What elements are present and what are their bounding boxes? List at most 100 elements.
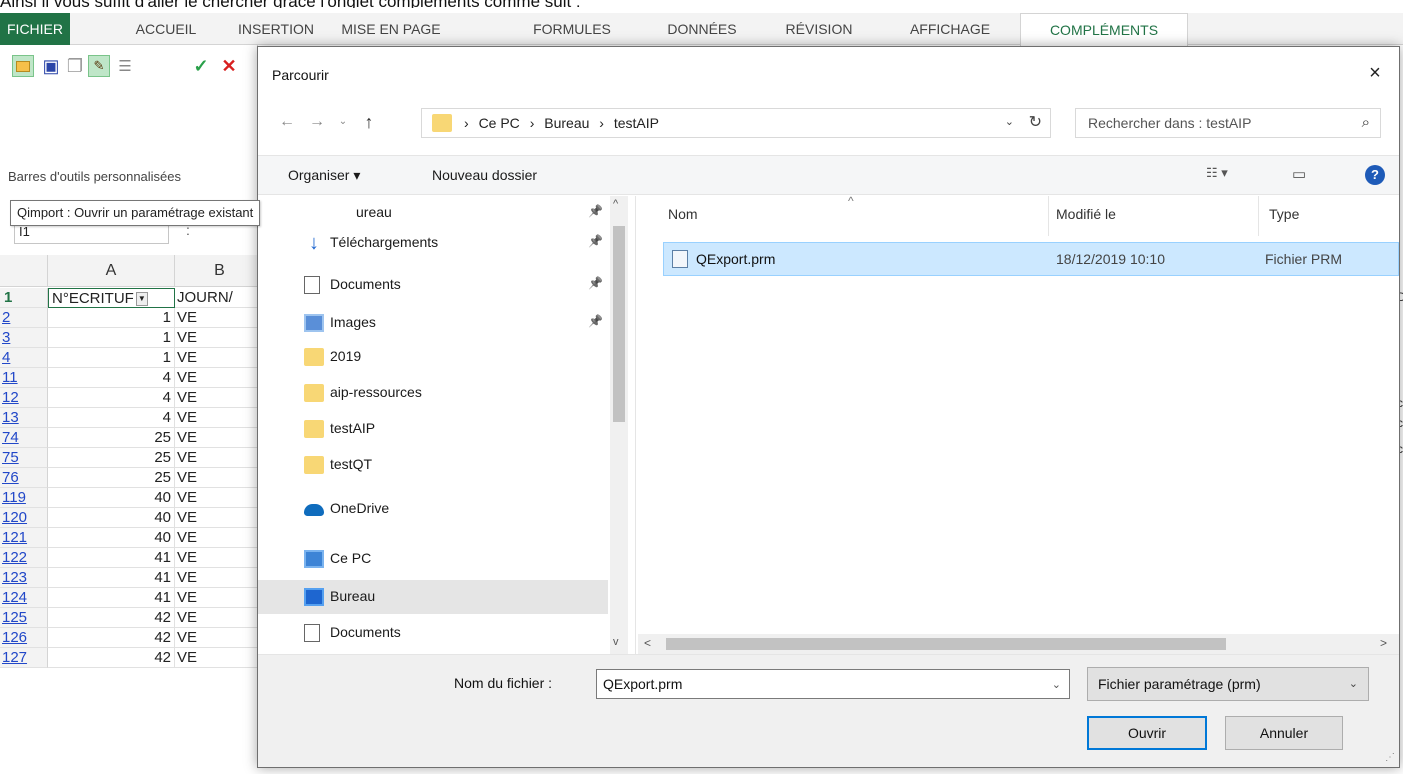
address-bar[interactable]: › Ce PC › Bureau › testAIP ⌄ ↻ — [421, 108, 1051, 138]
nav-item[interactable]: 2019 — [258, 340, 608, 374]
row-number[interactable]: 125 — [0, 608, 48, 628]
cancel-x-icon[interactable]: ✕ — [218, 55, 240, 77]
scroll-right-icon[interactable]: > — [1380, 636, 1387, 650]
row-number[interactable]: 124 — [0, 588, 48, 608]
cell-b[interactable]: VE — [175, 648, 262, 668]
row-number[interactable]: 3 — [0, 328, 48, 348]
filename-input[interactable]: QExport.prm ⌄ — [596, 669, 1070, 699]
row-number[interactable]: 121 — [0, 528, 48, 548]
back-arrow-icon[interactable]: ← — [276, 111, 298, 133]
column-divider[interactable] — [1048, 196, 1049, 236]
cell-b[interactable]: VE — [175, 628, 262, 648]
row-number[interactable]: 122 — [0, 548, 48, 568]
file-list-scrollbar[interactable]: < > — [638, 634, 1399, 654]
cell-b[interactable]: VE — [175, 528, 262, 548]
column-divider[interactable] — [1258, 196, 1259, 236]
cell-a[interactable]: 41 — [48, 588, 175, 608]
cell-b[interactable]: VE — [175, 348, 262, 368]
save-icon[interactable]: ▣ — [40, 55, 62, 77]
cell-a[interactable]: 25 — [48, 428, 175, 448]
nav-item[interactable]: Documents 📌 — [258, 268, 608, 302]
row-number[interactable]: 76 — [0, 468, 48, 488]
cell-b[interactable]: VE — [175, 568, 262, 588]
cell-a[interactable]: 41 — [48, 568, 175, 588]
organize-button[interactable]: Organiser ▾ — [288, 167, 360, 184]
cell-a[interactable]: 1 — [48, 328, 175, 348]
scroll-down-icon[interactable]: v — [613, 636, 619, 648]
cell-a[interactable]: 40 — [48, 528, 175, 548]
cell-b[interactable]: VE — [175, 448, 262, 468]
cell-a[interactable]: 1 — [48, 348, 175, 368]
tab-formules[interactable]: FORMULES — [526, 13, 618, 45]
file-type-select[interactable]: Fichier paramétrage (prm) ⌄ — [1087, 667, 1369, 701]
cell-b[interactable]: VE — [175, 328, 262, 348]
pin-icon[interactable]: 📌 — [588, 314, 603, 328]
pin-icon[interactable]: 📌 — [588, 276, 603, 290]
cell-b[interactable]: VE — [175, 608, 262, 628]
nav-item[interactable]: aip-ressources — [258, 376, 608, 410]
cell-b[interactable]: VE — [175, 488, 262, 508]
scroll-left-icon[interactable]: < — [644, 636, 651, 650]
row-number[interactable]: 12 — [0, 388, 48, 408]
scroll-thumb[interactable] — [666, 638, 1226, 650]
cell-a[interactable]: 1 — [48, 308, 175, 328]
search-input[interactable]: Rechercher dans : testAIP ⌕ — [1075, 108, 1381, 138]
row-number[interactable]: 74 — [0, 428, 48, 448]
cell-b[interactable]: VE — [175, 508, 262, 528]
open-settings-icon[interactable] — [12, 55, 34, 77]
cell-a[interactable]: 41 — [48, 548, 175, 568]
cell-a[interactable]: 40 — [48, 508, 175, 528]
cell-a[interactable]: 40 — [48, 488, 175, 508]
tab-insertion[interactable]: INSERTION — [230, 13, 322, 45]
cell-a[interactable]: 4 — [48, 368, 175, 388]
tab-mise-en-page[interactable]: MISE EN PAGE — [333, 13, 449, 45]
resize-grip-icon[interactable]: ⋰ — [1385, 752, 1395, 763]
column-type-header[interactable]: Type — [1269, 206, 1299, 222]
cell-b[interactable]: VE — [175, 388, 262, 408]
breadcrumb-testaip[interactable]: testAIP — [614, 115, 659, 131]
nav-item[interactable]: ureau 📌 — [258, 196, 608, 230]
nav-item[interactable]: Ce PC — [258, 542, 608, 576]
tab-affichage[interactable]: AFFICHAGE — [900, 13, 1000, 45]
cell-b[interactable]: VE — [175, 588, 262, 608]
cell-a[interactable]: 25 — [48, 468, 175, 488]
nav-item[interactable]: Bureau — [258, 580, 608, 614]
column-header-a[interactable]: A — [48, 255, 175, 287]
check-icon[interactable]: ✓ — [190, 55, 212, 77]
row-number[interactable]: 123 — [0, 568, 48, 588]
column-header-b[interactable]: B — [175, 255, 262, 287]
nav-item[interactable]: OneDrive — [258, 492, 608, 526]
tab-revision[interactable]: RÉVISION — [777, 13, 861, 45]
view-options-icon[interactable]: ☷ ▾ — [1206, 165, 1228, 181]
chevron-down-icon[interactable]: ⌄ — [1005, 115, 1014, 128]
properties-icon[interactable]: ☰ — [114, 55, 136, 77]
table-header-cell[interactable]: N°ECRITUF ▼ — [48, 288, 175, 308]
nav-item[interactable]: Images 📌 — [258, 306, 608, 340]
nav-item[interactable]: testQT — [258, 448, 608, 482]
cell-a[interactable]: 42 — [48, 628, 175, 648]
nav-item[interactable]: ↓ Téléchargements 📌 — [258, 226, 608, 260]
row-number[interactable]: 126 — [0, 628, 48, 648]
open-button[interactable]: Ouvrir — [1087, 716, 1207, 750]
chevron-down-icon[interactable]: ⌄ — [1052, 678, 1061, 691]
pin-icon[interactable]: 📌 — [588, 204, 603, 218]
preview-pane-icon[interactable]: ▭ — [1292, 165, 1306, 183]
table-header-cell[interactable]: JOURN/ — [175, 288, 262, 308]
row-number[interactable]: 75 — [0, 448, 48, 468]
refresh-icon[interactable]: ↻ — [1029, 112, 1042, 132]
help-icon[interactable]: ? — [1365, 165, 1385, 185]
scroll-up-icon[interactable]: ^ — [613, 198, 618, 210]
cell-b[interactable]: VE — [175, 468, 262, 488]
forward-arrow-icon[interactable]: → — [306, 111, 328, 133]
tab-fichier[interactable]: FICHIER — [0, 13, 70, 45]
row-number[interactable]: 2 — [0, 308, 48, 328]
select-all-corner[interactable] — [0, 255, 48, 287]
file-row[interactable]: QExport.prm 18/12/2019 10:10 Fichier PRM — [663, 242, 1399, 276]
cancel-button[interactable]: Annuler — [1225, 716, 1343, 750]
row-number[interactable]: 120 — [0, 508, 48, 528]
cell-b[interactable]: VE — [175, 408, 262, 428]
pin-icon[interactable]: 📌 — [588, 234, 603, 248]
breadcrumb-ce-pc[interactable]: Ce PC — [479, 115, 520, 131]
breadcrumb-bureau[interactable]: Bureau — [544, 115, 589, 131]
row-number[interactable]: 1 — [0, 288, 48, 308]
